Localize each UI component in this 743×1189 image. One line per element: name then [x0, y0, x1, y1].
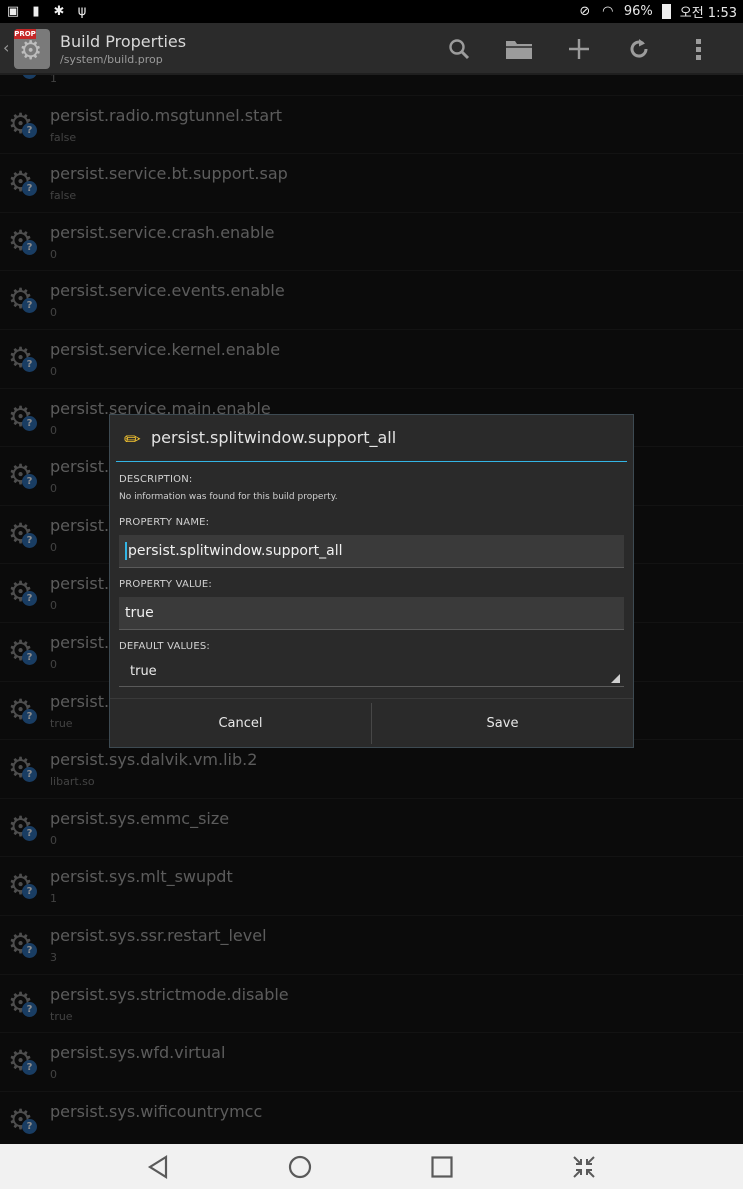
- status-bar: ▣ ▮ ✱ ψ ⊘ ◠ 96% 오전 1:53: [0, 0, 743, 23]
- property-name-field[interactable]: persist.splitwindow.support_all: [119, 535, 624, 568]
- gallery-notification-icon: ▣: [6, 3, 20, 19]
- home-button[interactable]: [270, 1144, 330, 1189]
- battery-charging-notification-icon: ▮: [32, 3, 40, 19]
- default-values-selected: true: [130, 664, 157, 679]
- dialog-title-divider: [116, 461, 627, 462]
- back-icon: [147, 1154, 168, 1179]
- wifi-icon: ◠: [602, 3, 614, 19]
- dialog-header: ✏ persist.splitwindow.support_all: [110, 415, 633, 461]
- gear-icon: ⚙: [19, 36, 43, 66]
- file-path: /system/build.prop: [60, 53, 163, 66]
- usb-icon: ψ: [77, 3, 87, 19]
- default-values-label: DEFAULT VALUES:: [119, 641, 210, 652]
- app-title: Build Properties: [60, 32, 187, 51]
- refresh-button[interactable]: [609, 33, 669, 65]
- search-button[interactable]: [429, 33, 489, 65]
- edit-property-dialog: ✏ persist.splitwindow.support_all DESCRI…: [109, 414, 634, 748]
- property-name-value: persist.splitwindow.support_all: [128, 543, 343, 559]
- back-button[interactable]: [128, 1144, 188, 1189]
- save-button[interactable]: Save: [372, 699, 633, 748]
- home-icon: [288, 1155, 312, 1178]
- folder-icon: [506, 41, 532, 59]
- recents-button[interactable]: [412, 1144, 472, 1189]
- app-icon[interactable]: PROP ⚙: [14, 29, 50, 69]
- battery-percent: 96%: [623, 4, 653, 19]
- status-bar-notifications: ▣ ▮ ✱ ψ: [6, 3, 89, 19]
- property-name-label: PROPERTY NAME:: [119, 517, 210, 528]
- action-bar-actions: [429, 33, 729, 65]
- search-icon: [449, 39, 470, 60]
- refresh-icon: [630, 39, 648, 58]
- do-not-disturb-icon: ⊘: [579, 3, 591, 19]
- cancel-button[interactable]: Cancel: [110, 699, 371, 748]
- clock: 오전 1:53: [679, 6, 737, 21]
- overflow-menu-icon: [696, 39, 701, 60]
- add-icon: [569, 39, 589, 59]
- open-folder-button[interactable]: [489, 33, 549, 65]
- up-chevron-icon[interactable]: ‹: [3, 38, 9, 57]
- description-text: No information was found for this build …: [119, 492, 338, 502]
- text-cursor: [125, 542, 127, 560]
- battery-icon: [661, 4, 671, 19]
- navigation-bar: [0, 1144, 743, 1189]
- property-value-field[interactable]: true: [119, 597, 624, 630]
- action-bar: ‹ PROP ⚙ Build Properties /system/build.…: [0, 23, 743, 75]
- default-values-dropdown[interactable]: true: [119, 657, 624, 687]
- pencil-icon: ✏: [124, 427, 141, 451]
- property-value-text: true: [125, 605, 154, 621]
- status-bar-system: ⊘ ◠ 96% 오전 1:53: [578, 2, 737, 21]
- recents-icon: [431, 1155, 453, 1178]
- add-property-button[interactable]: [549, 33, 609, 65]
- property-value-label: PROPERTY VALUE:: [119, 579, 212, 590]
- android-debug-icon: ✱: [53, 3, 65, 19]
- overflow-menu-button[interactable]: [669, 33, 729, 65]
- dropdown-triangle-icon: [611, 674, 620, 683]
- description-label: DESCRIPTION:: [119, 474, 193, 485]
- dialog-title: persist.splitwindow.support_all: [151, 428, 397, 447]
- collapse-button[interactable]: [554, 1144, 614, 1189]
- collapse-icon: [573, 1155, 595, 1178]
- dialog-buttons: Cancel Save: [110, 698, 633, 748]
